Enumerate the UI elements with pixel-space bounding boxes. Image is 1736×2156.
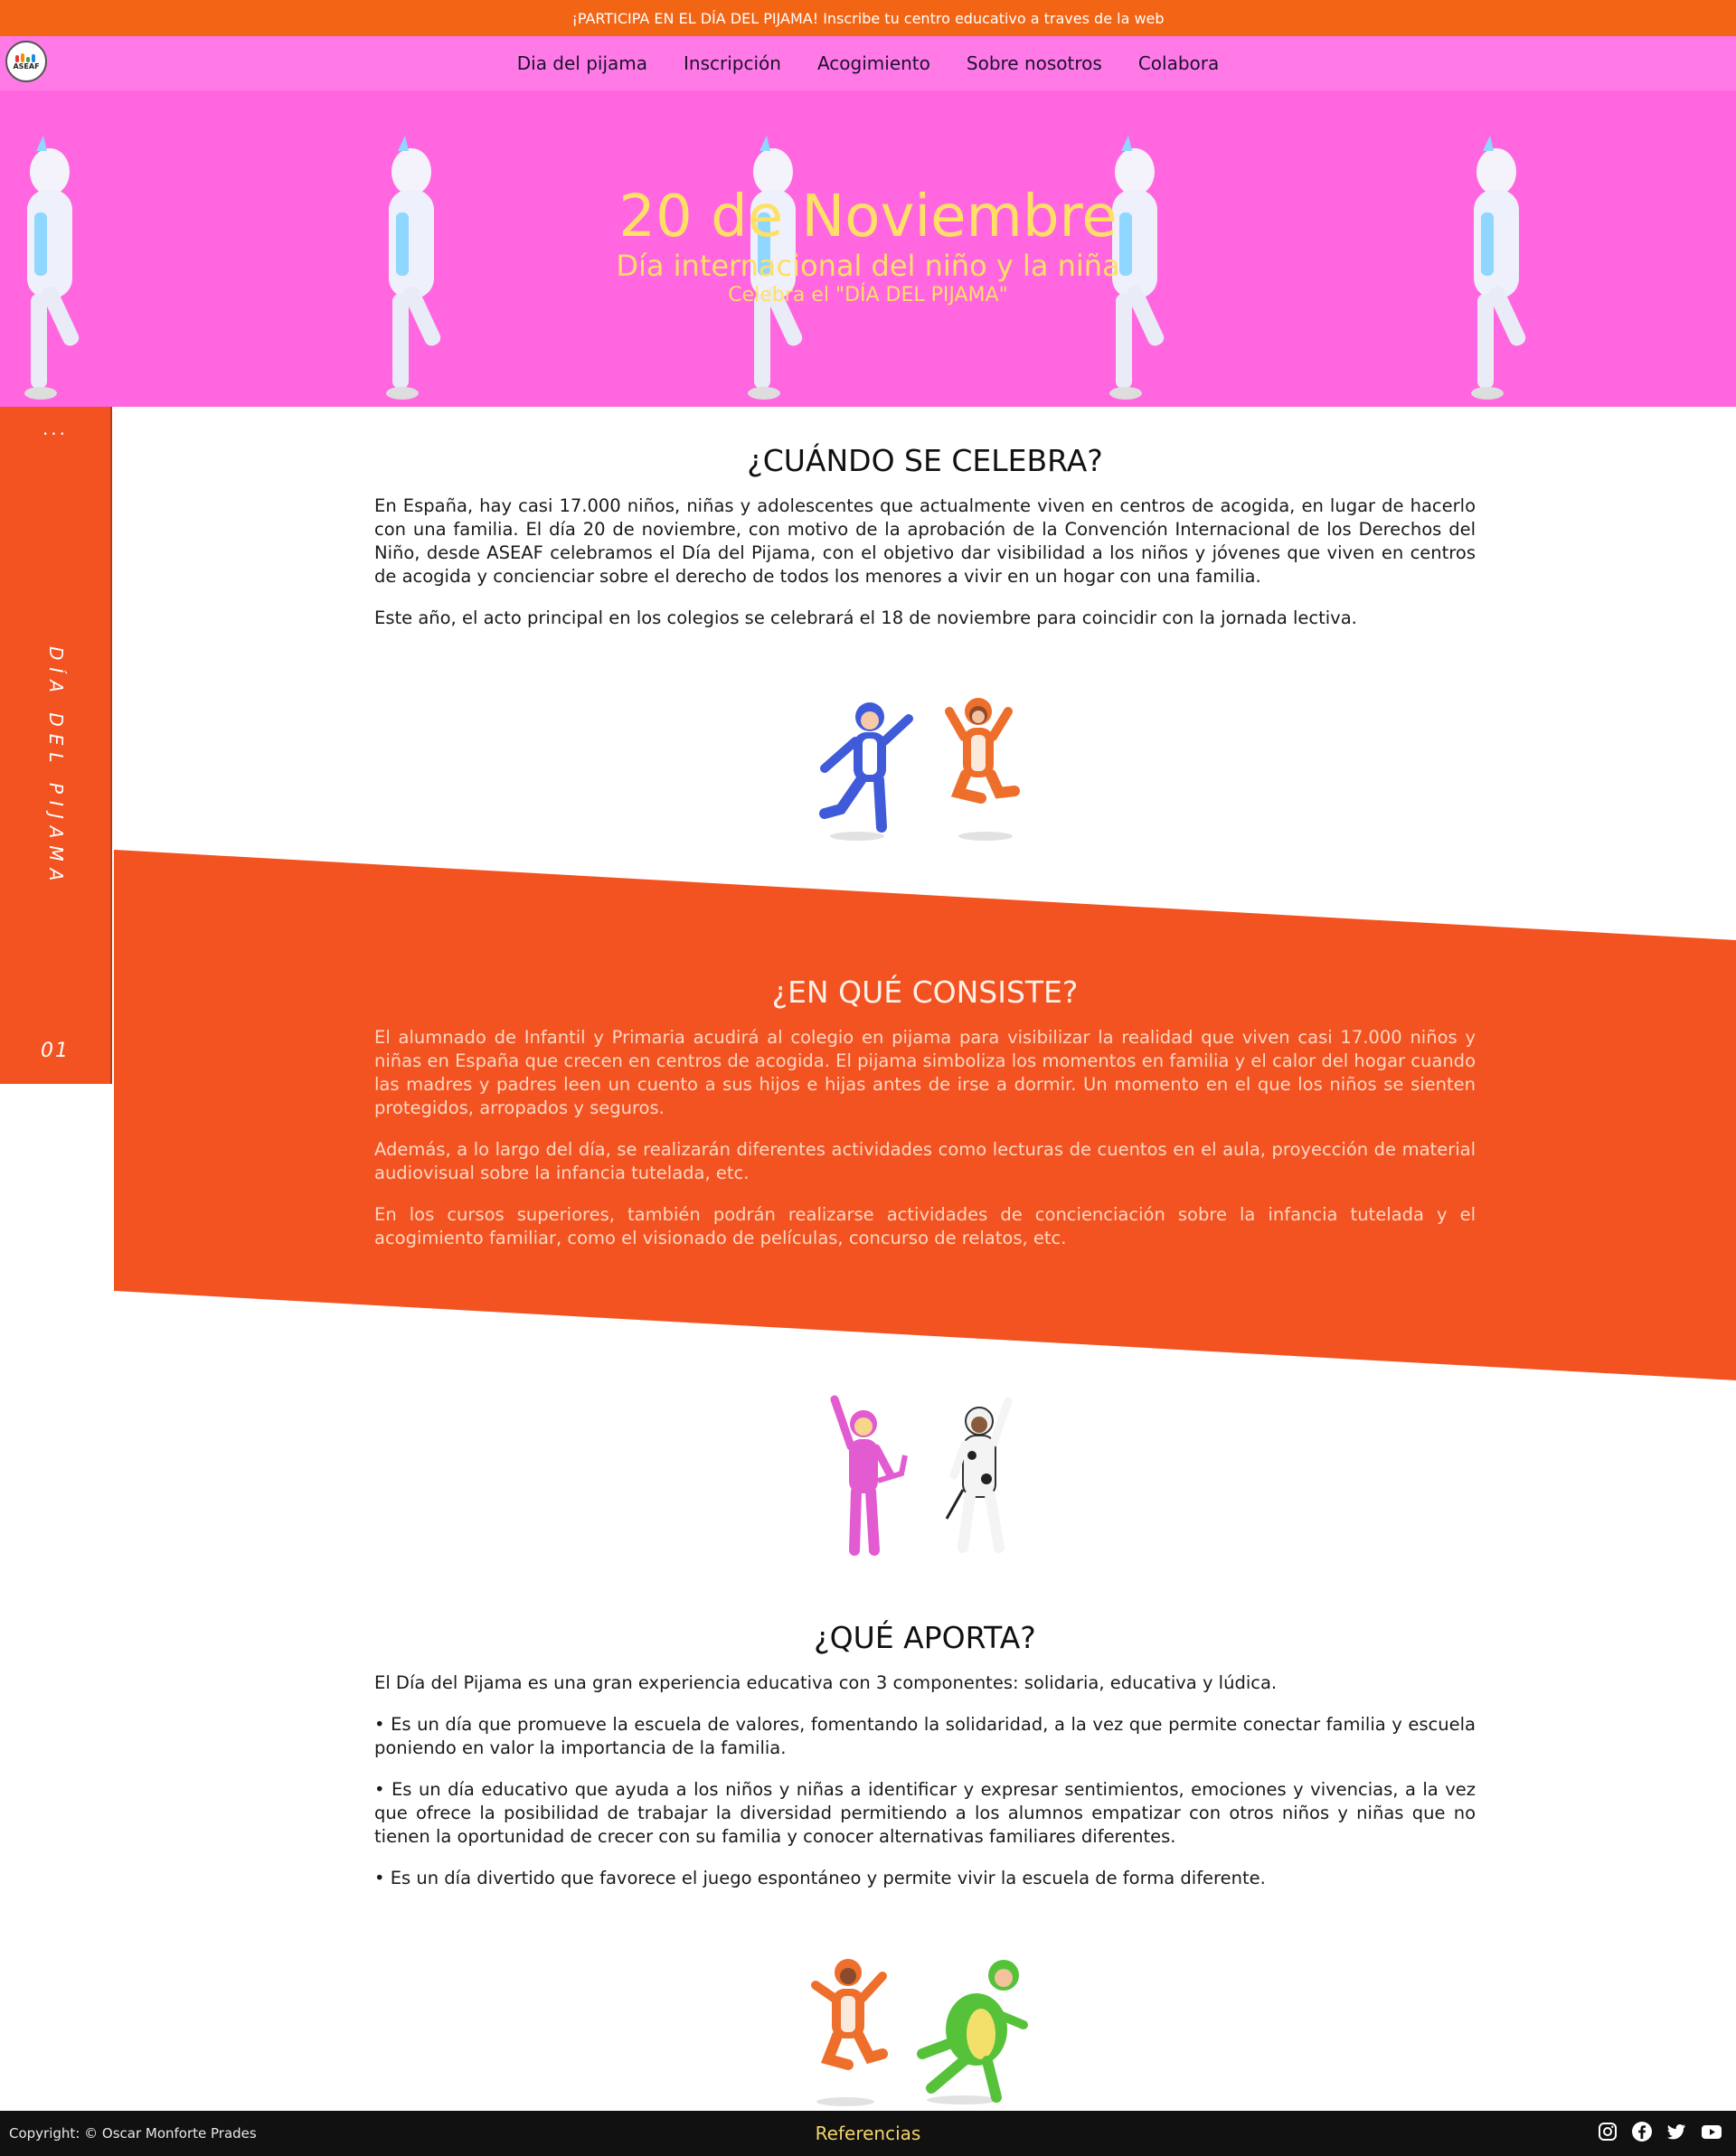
section-aporta: ¿QUÉ APORTA? El Día del Pijama es una gr… — [374, 1620, 1476, 1908]
hero-tagline: Celebra el "DÍA DEL PIJAMA" — [728, 284, 1008, 306]
nav-item-acogimiento[interactable]: Acogimiento — [817, 52, 930, 74]
side-vertical-label: DÍA DEL PIJAMA — [45, 646, 67, 889]
main-nav: ASEAF Dia del pijama Inscripción Acogimi… — [0, 36, 1736, 90]
section-paragraph: En los cursos superiores, también podrán… — [374, 1204, 1476, 1248]
social-links — [1597, 2121, 1723, 2146]
kids-pajama-illustration — [819, 698, 1020, 841]
bullet-item: • Es un día que promueve la escuela de v… — [374, 1714, 1476, 1758]
twitter-icon[interactable] — [1665, 2121, 1687, 2146]
side-section-number: 01 — [41, 1040, 70, 1062]
section-cuando: ¿CUÁNDO SE CELEBRA? En España, hay casi … — [374, 443, 1476, 648]
announcement-bar: ¡PARTICIPA EN EL DÍA DEL PIJAMA! Inscrib… — [0, 0, 1736, 36]
more-dots[interactable]: ... — [0, 418, 110, 439]
footer: Copyright: © Oscar Monforte Prades Refer… — [0, 2111, 1736, 2156]
section-consiste: ¿EN QUÉ CONSISTE? El alumnado de Infanti… — [374, 974, 1476, 1268]
kids-pajama-illustration — [811, 1959, 1028, 2106]
hero-subtitle: Día internacional del niño y la niña — [616, 249, 1120, 283]
nav-links: Dia del pijama Inscripción Acogimiento S… — [517, 52, 1220, 74]
section-paragraph: En España, hay casi 17.000 niños, niñas … — [374, 495, 1476, 587]
section-title: ¿EN QUÉ CONSISTE? — [771, 974, 1079, 1010]
section-paragraph: Además, a lo largo del día, se realizará… — [374, 1139, 1476, 1183]
bullet-item: • Es un día divertido que favorece el ju… — [374, 1868, 1266, 1888]
logo-text: ASEAF — [13, 61, 40, 71]
nav-item-inscripcion[interactable]: Inscripción — [684, 52, 781, 74]
facebook-icon[interactable] — [1631, 2121, 1653, 2146]
hero-banner: 20 de Noviembre Día internacional del ni… — [0, 90, 1736, 407]
section-title: ¿CUÁNDO SE CELEBRA? — [747, 443, 1103, 478]
section-paragraph: El Día del Pijama es una gran experienci… — [374, 1672, 1278, 1693]
hero-title: 20 de Noviembre — [618, 184, 1118, 250]
references-wrap: Referencias — [0, 2123, 1736, 2144]
side-panel: ... DÍA DEL PIJAMA 01 — [0, 407, 112, 1084]
section-title: ¿QUÉ APORTA? — [814, 1620, 1036, 1655]
instagram-icon[interactable] — [1597, 2121, 1618, 2146]
hero-text: 20 de Noviembre Día internacional del ni… — [0, 181, 1736, 307]
section-paragraph: El alumnado de Infantil y Primaria acudi… — [374, 1027, 1476, 1118]
aseaf-logo[interactable]: ASEAF — [5, 41, 47, 82]
kids-pajama-illustration — [830, 1395, 1013, 1556]
nav-item-colabora[interactable]: Colabora — [1138, 52, 1219, 74]
references-link[interactable]: Referencias — [816, 2123, 921, 2144]
family-figures-icon — [14, 52, 39, 62]
bullet-item: • Es un día educativo que ayuda a los ni… — [374, 1779, 1476, 1847]
section-paragraph: Este año, el acto principal en los coleg… — [374, 607, 1357, 628]
announcement-text: ¡PARTICIPA EN EL DÍA DEL PIJAMA! Inscrib… — [571, 9, 1165, 27]
copyright-text: Copyright: © Oscar Monforte Prades — [9, 2125, 257, 2142]
nav-item-sobre-nosotros[interactable]: Sobre nosotros — [967, 52, 1102, 74]
nav-item-dia-del-pijama[interactable]: Dia del pijama — [517, 52, 647, 74]
youtube-icon[interactable] — [1700, 2121, 1723, 2146]
